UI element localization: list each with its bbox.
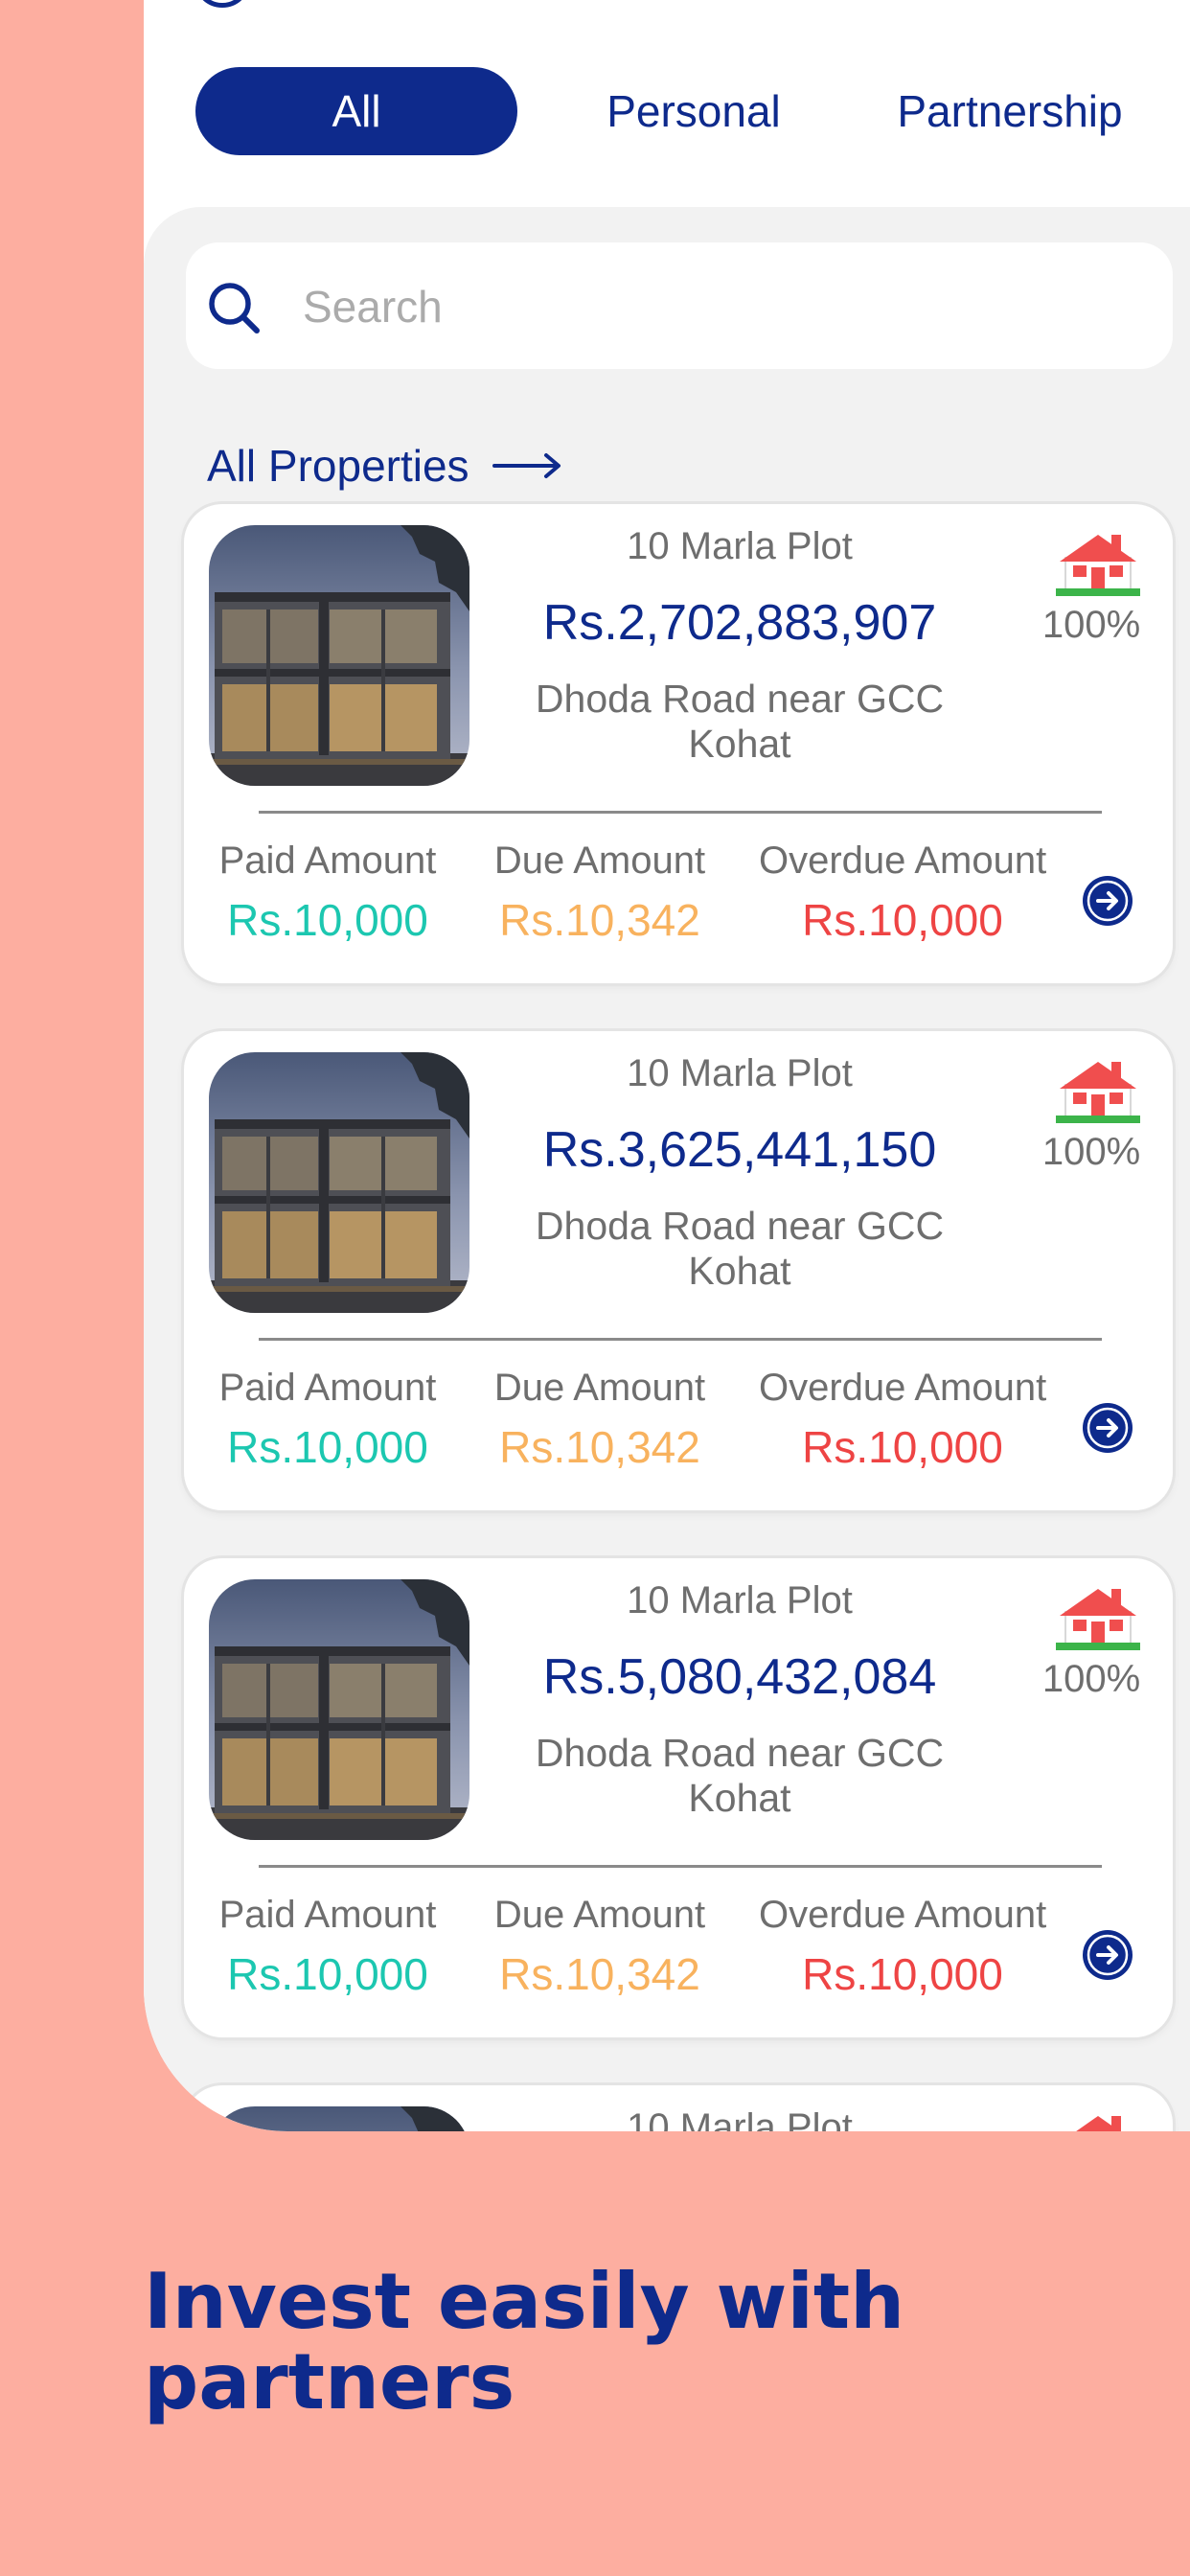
property-card[interactable]: 10 Marla Plot Rs.3,625,441,150 Dhoda Roa…: [184, 1031, 1173, 1510]
arrow-circle-right-icon[interactable]: [1081, 1401, 1134, 1455]
divider: [259, 811, 1102, 814]
divider: [259, 1865, 1102, 1868]
property-price: Rs.2,702,883,907: [542, 595, 937, 651]
house-icon: [1056, 1056, 1140, 1123]
filter-tabs: All Personal Partnership: [195, 67, 1154, 155]
overdue-amount-label: Overdue Amount: [759, 1367, 1047, 1409]
paid-amount: Paid Amount Rs.10,000: [213, 1367, 443, 1473]
overdue-amount-value: Rs.10,000: [802, 895, 1003, 945]
search-icon: [209, 283, 260, 334]
tab-personal[interactable]: Personal: [560, 67, 828, 155]
paid-amount: Paid Amount Rs.10,000: [213, 840, 443, 946]
overdue-amount-label: Overdue Amount: [759, 840, 1047, 882]
due-amount-value: Rs.10,342: [499, 1422, 700, 1472]
overdue-amount: Overdue Amount Rs.10,000: [759, 840, 1046, 946]
property-image: [209, 525, 469, 786]
house-icon: [1056, 1583, 1140, 1650]
paid-amount-value: Rs.10,000: [227, 1422, 428, 1472]
due-amount: Due Amount Rs.10,342: [485, 1367, 715, 1473]
due-amount-value: Rs.10,342: [499, 895, 700, 945]
app-screen: All Personal Partnership All Properties …: [144, 0, 1190, 2131]
content-panel: All Properties 10 Marla Plot Rs.2,702,88…: [144, 207, 1190, 2131]
paid-amount-label: Paid Amount: [218, 1367, 437, 1409]
property-card[interactable]: 10 Marla Plot Rs.5,080,432,084 Dhoda Roa…: [184, 1558, 1173, 2037]
due-amount-label: Due Amount: [493, 840, 706, 882]
paid-amount-value: Rs.10,000: [227, 895, 428, 945]
house-icon: [1056, 529, 1140, 596]
property-image: [209, 1052, 469, 1313]
arrow-right-icon: [492, 453, 561, 478]
overdue-amount: Overdue Amount Rs.10,000: [759, 1367, 1046, 1473]
paid-amount-label: Paid Amount: [218, 1894, 437, 1936]
property-title: 10 Marla Plot: [627, 1052, 853, 1094]
due-amount-label: Due Amount: [493, 1894, 706, 1936]
ownership-percent: 100%: [1041, 1131, 1141, 1173]
paid-amount: Paid Amount Rs.10,000: [213, 1894, 443, 2000]
property-price: Rs.3,625,441,150: [542, 1122, 937, 1178]
due-amount: Due Amount Rs.10,342: [485, 1894, 715, 2000]
property-title: 10 Marla Plot: [627, 525, 853, 567]
property-image: [209, 2106, 469, 2131]
property-location: Dhoda Road near GCC Kohat: [535, 1731, 945, 1820]
house-icon: [1056, 2110, 1140, 2131]
due-amount-value: Rs.10,342: [499, 1949, 700, 1999]
search-input[interactable]: [301, 267, 1129, 346]
headline: Invest easily with partners: [144, 2257, 905, 2426]
overdue-amount-value: Rs.10,000: [802, 1949, 1003, 1999]
due-amount-label: Due Amount: [493, 1367, 706, 1409]
property-price: Rs.5,080,432,084: [542, 1649, 937, 1705]
property-location: Dhoda Road near GCC Kohat: [535, 677, 945, 766]
arrow-circle-right-icon[interactable]: [1081, 874, 1134, 928]
paid-amount-value: Rs.10,000: [227, 1949, 428, 1999]
property-title: 10 Marla Plot: [627, 1579, 853, 1622]
arrow-circle-right-icon[interactable]: [1081, 1928, 1134, 1982]
ownership-percent: 100%: [1041, 1658, 1141, 1700]
property-card[interactable]: 10 Marla Plot: [184, 2085, 1173, 2131]
profile-icon[interactable]: [194, 0, 251, 8]
ownership-percent: 100%: [1041, 604, 1141, 646]
overdue-amount-label: Overdue Amount: [759, 1894, 1047, 1936]
tab-all[interactable]: All: [195, 67, 517, 155]
overdue-amount: Overdue Amount Rs.10,000: [759, 1894, 1046, 2000]
property-card[interactable]: 10 Marla Plot Rs.2,702,883,907 Dhoda Roa…: [184, 504, 1173, 983]
property-image: [209, 1579, 469, 1840]
all-properties-label: All Properties: [207, 441, 469, 491]
search-bar: [186, 242, 1173, 369]
property-title: 10 Marla Plot: [627, 2106, 853, 2131]
divider: [259, 1338, 1102, 1341]
all-properties-link[interactable]: All Properties: [207, 437, 561, 494]
property-location: Dhoda Road near GCC Kohat: [535, 1204, 945, 1293]
tab-partnership[interactable]: Partnership: [866, 67, 1154, 155]
overdue-amount-value: Rs.10,000: [802, 1422, 1003, 1472]
due-amount: Due Amount Rs.10,342: [485, 840, 715, 946]
paid-amount-label: Paid Amount: [218, 840, 437, 882]
